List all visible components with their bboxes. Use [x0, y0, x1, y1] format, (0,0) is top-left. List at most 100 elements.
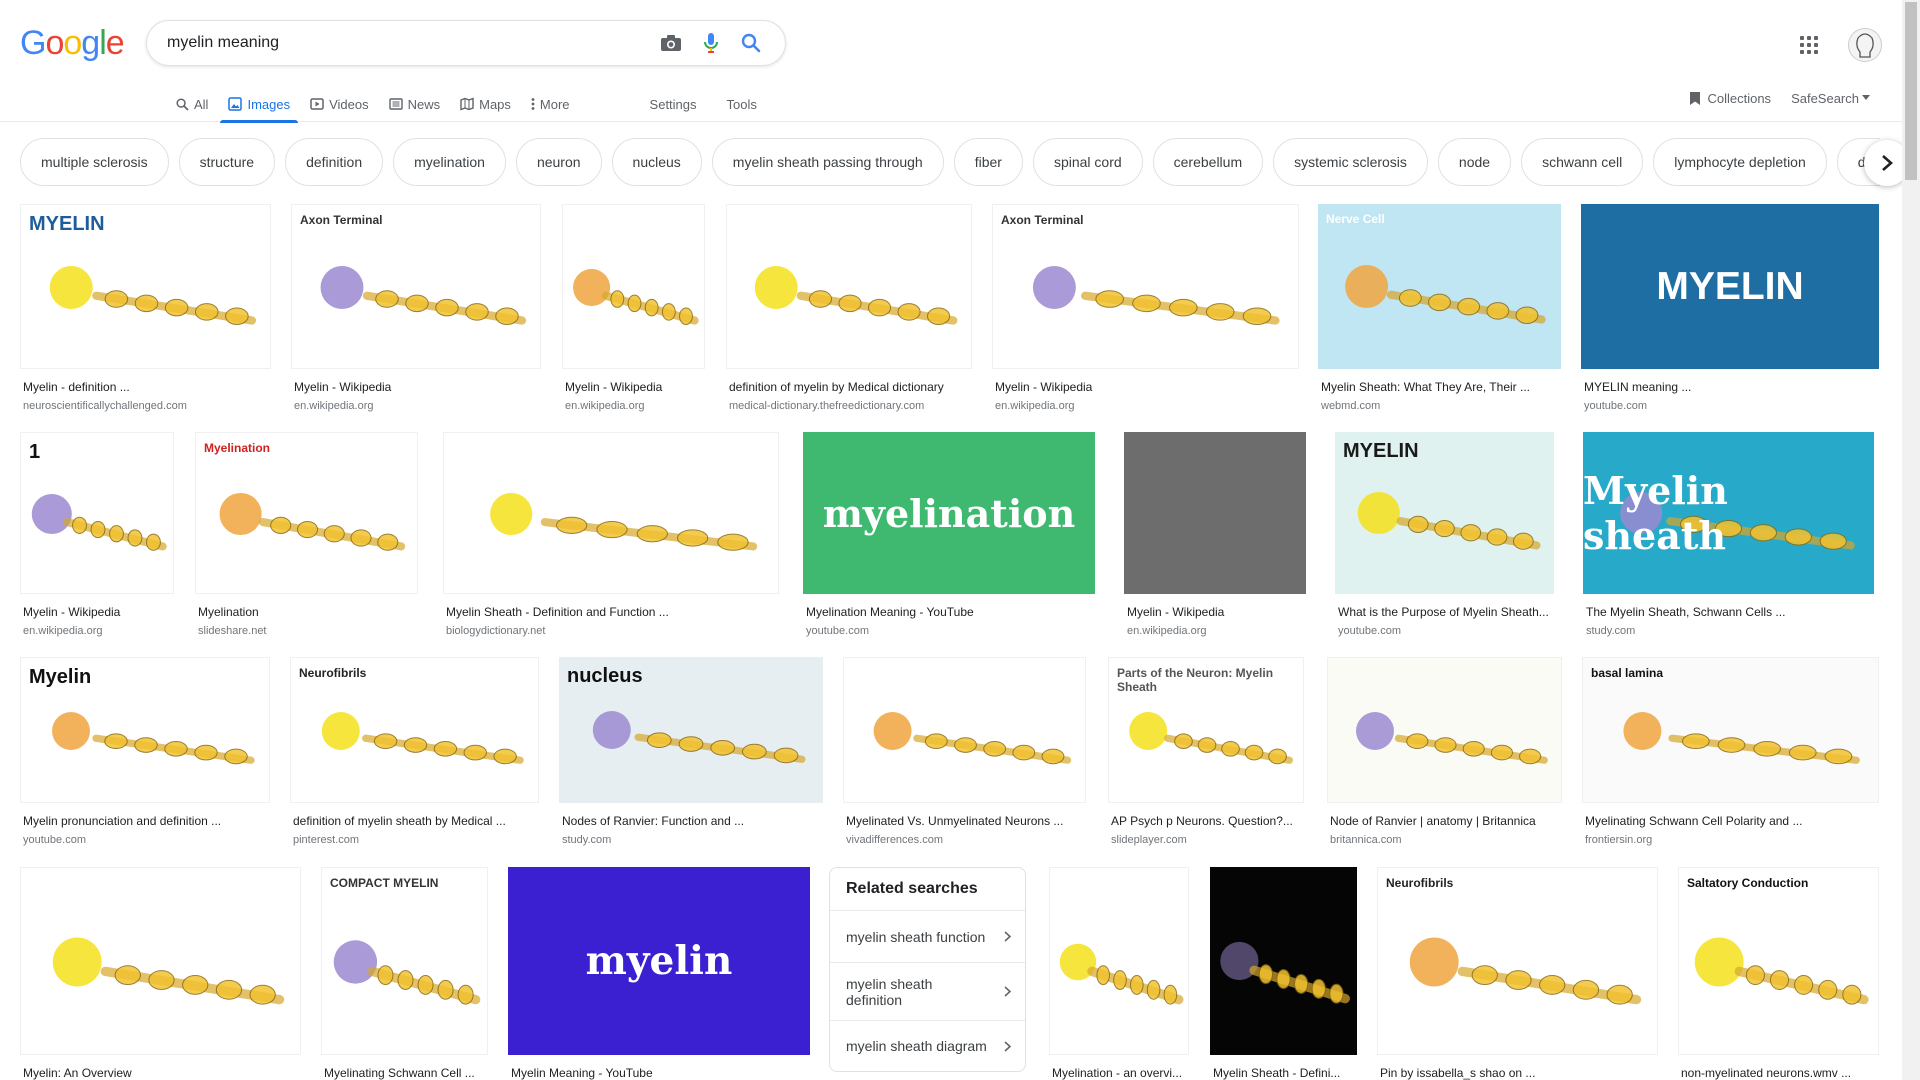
result-title[interactable]: Myelin - Wikipedia: [992, 380, 1299, 394]
image-thumbnail[interactable]: Parts of the Neuron: Myelin Sheath: [1108, 657, 1304, 803]
result-title[interactable]: Myelin pronunciation and definition ...: [20, 814, 270, 828]
related-item[interactable]: myelin sheath diagram: [830, 1021, 1025, 1071]
result-source: webmd.com: [1321, 400, 1381, 412]
image-result[interactable]: Axon Terminal Myelin - Wikipedia en.wikipe…: [992, 204, 1299, 412]
image-thumbnail[interactable]: MYELIN: [20, 204, 271, 369]
image-result[interactable]: Myelinated Vs. Unmyelinated Neurons ... v…: [843, 657, 1086, 846]
thumbnail-illustration: [333, 940, 481, 1005]
image-thumbnail[interactable]: Myelin sheath: [1583, 432, 1874, 594]
image-thumbnail[interactable]: [20, 867, 301, 1055]
image-thumbnail[interactable]: [562, 204, 705, 369]
result-title[interactable]: Myelin - definition ...: [20, 380, 271, 394]
image-result[interactable]: Myelin - Wikipedia en.wikipedia.org: [1124, 432, 1306, 637]
thumbnail-caption: COMPACT MYELIN: [330, 876, 439, 890]
image-result[interactable]: Node of Ranvier | anatomy | Britannica br…: [1327, 657, 1562, 846]
image-result[interactable]: 1 Myelin - Wikipedia en.wikipedia.org: [20, 432, 174, 637]
related-item-label: myelin sheath definition: [846, 975, 933, 1008]
image-result[interactable]: Myelin sheath The Myelin Sheath, Schwann …: [1583, 432, 1874, 637]
image-result[interactable]: nucleus Nodes of Ranvier: Function and ..…: [559, 657, 823, 846]
result-title[interactable]: definition of myelin sheath by Medical .…: [290, 814, 539, 828]
scrollbar-thumb[interactable]: [1905, 2, 1917, 180]
image-result[interactable]: Neurofibrils definition of myelin sheath …: [290, 657, 539, 846]
image-result[interactable]: Myelination Myelination slideshare.net: [195, 432, 418, 637]
related-item-label: myelin sheath function: [846, 928, 986, 945]
result-title[interactable]: Node of Ranvier | anatomy | Britannica: [1327, 814, 1562, 828]
image-result[interactable]: Myelin Sheath - Definition and Function …: [443, 432, 779, 637]
image-result[interactable]: definition of myelin by Medical dictiona…: [726, 204, 972, 412]
image-thumbnail[interactable]: Myelination: [195, 432, 418, 594]
image-thumbnail[interactable]: MYELIN: [1581, 204, 1879, 369]
result-title[interactable]: Myelin - Wikipedia: [291, 380, 541, 394]
result-title[interactable]: definition of myelin by Medical dictiona…: [726, 380, 972, 394]
result-title[interactable]: non-myelinated neurons.wmv ...: [1678, 1066, 1879, 1080]
result-title[interactable]: Myelination - an overvi...: [1049, 1066, 1189, 1080]
image-thumbnail[interactable]: Myelin: [20, 657, 270, 803]
image-thumbnail[interactable]: COMPACT MYELIN: [321, 867, 488, 1055]
chevron-right-icon: [1004, 1040, 1011, 1052]
result-title[interactable]: Myelinating Schwann Cell Polarity and ..…: [1582, 814, 1879, 828]
image-thumbnail[interactable]: Nerve Cell: [1318, 204, 1561, 369]
image-result[interactable]: basal lamina Myelinating Schwann Cell Pol…: [1582, 657, 1879, 846]
result-title[interactable]: Myelin Sheath: What They Are, Their ...: [1318, 380, 1561, 394]
image-result[interactable]: Neurofibrils Pin by issabella_s shao on .…: [1377, 867, 1658, 1080]
image-thumbnail[interactable]: [726, 204, 972, 369]
result-title[interactable]: Myelin: An Overview: [20, 1066, 301, 1080]
image-result[interactable]: Myelin Sheath - Defini...: [1210, 867, 1357, 1080]
image-thumbnail[interactable]: [1124, 432, 1306, 594]
image-thumbnail[interactable]: MYELIN: [1335, 432, 1554, 594]
result-title[interactable]: Myelin Meaning - YouTube: [508, 1066, 810, 1080]
thumbnail-illustration: [1345, 265, 1546, 324]
image-result[interactable]: Myelin: An Overview: [20, 867, 301, 1080]
result-title[interactable]: Myelinating Schwann Cell ...: [321, 1066, 488, 1080]
image-thumbnail[interactable]: basal lamina: [1582, 657, 1879, 803]
image-thumbnail[interactable]: 1: [20, 432, 174, 594]
result-title[interactable]: Myelin - Wikipedia: [562, 380, 705, 394]
image-result[interactable]: MYELIN What is the Purpose of Myelin Shea…: [1335, 432, 1554, 637]
page-scrollbar[interactable]: [1902, 0, 1920, 1080]
image-thumbnail[interactable]: [843, 657, 1086, 803]
image-thumbnail[interactable]: Axon Terminal: [291, 204, 541, 369]
result-title[interactable]: Myelinated Vs. Unmyelinated Neurons ...: [843, 814, 1086, 828]
thumbnail-illustration: [754, 266, 958, 325]
result-title[interactable]: Myelin - Wikipedia: [20, 605, 174, 619]
related-item[interactable]: myelin sheath definition: [830, 963, 1025, 1021]
image-result[interactable]: Myelin Myelin pronunciation and definitio…: [20, 657, 270, 846]
result-source: vivadifferences.com: [846, 834, 944, 846]
result-title[interactable]: MYELIN meaning ...: [1581, 380, 1879, 394]
image-thumbnail[interactable]: [1049, 867, 1189, 1055]
image-thumbnail[interactable]: Neurofibrils: [290, 657, 539, 803]
image-thumbnail[interactable]: myelination: [803, 432, 1095, 594]
image-result[interactable]: myelin Myelin Meaning - YouTube: [508, 867, 810, 1080]
image-thumbnail[interactable]: Axon Terminal: [992, 204, 1299, 369]
image-result[interactable]: MYELIN Myelin - definition ... neuroscient…: [20, 204, 271, 412]
result-title[interactable]: Nodes of Ranvier: Function and ...: [559, 814, 823, 828]
image-thumbnail[interactable]: Neurofibrils: [1377, 867, 1658, 1055]
image-result[interactable]: Nerve Cell Myelin Sheath: What They Are, …: [1318, 204, 1561, 412]
image-thumbnail[interactable]: nucleus: [559, 657, 823, 803]
result-title[interactable]: The Myelin Sheath, Schwann Cells ...: [1583, 605, 1874, 619]
related-item[interactable]: myelin sheath function: [830, 911, 1025, 963]
image-thumbnail[interactable]: [1327, 657, 1562, 803]
result-title[interactable]: Myelin - Wikipedia: [1124, 605, 1306, 619]
image-result[interactable]: Parts of the Neuron: Myelin Sheath AP Psy…: [1108, 657, 1304, 846]
image-result[interactable]: COMPACT MYELIN Myelinating Schwann Cell .…: [321, 867, 488, 1080]
image-result[interactable]: Saltatory Conduction non-myelinated neuro…: [1678, 867, 1879, 1080]
result-title[interactable]: What is the Purpose of Myelin Sheath...: [1335, 605, 1554, 619]
result-title[interactable]: Pin by issabella_s shao on ...: [1377, 1066, 1658, 1080]
image-thumbnail[interactable]: [1210, 867, 1357, 1055]
image-thumbnail[interactable]: Saltatory Conduction: [1678, 867, 1879, 1055]
result-title[interactable]: Myelination: [195, 605, 418, 619]
image-result[interactable]: MYELIN MYELIN meaning ... youtube.com: [1581, 204, 1879, 412]
result-title[interactable]: AP Psych p Neurons. Question?...: [1108, 814, 1304, 828]
image-thumbnail[interactable]: myelin: [508, 867, 810, 1055]
image-thumbnail[interactable]: [443, 432, 779, 594]
image-result[interactable]: Myelination - an overvi...: [1049, 867, 1189, 1080]
image-result[interactable]: Axon Terminal Myelin - Wikipedia en.wikipe…: [291, 204, 541, 412]
result-source: frontiersin.org: [1585, 834, 1653, 846]
result-title[interactable]: Myelin Sheath - Defini...: [1210, 1066, 1357, 1080]
related-searches: Related searches myelin sheath function …: [829, 867, 1026, 1072]
result-title[interactable]: Myelin Sheath - Definition and Function …: [443, 605, 779, 619]
image-result[interactable]: myelination Myelination Meaning - YouTube…: [803, 432, 1095, 637]
image-result[interactable]: Myelin - Wikipedia en.wikipedia.org: [562, 204, 705, 412]
result-title[interactable]: Myelination Meaning - YouTube: [803, 605, 1095, 619]
